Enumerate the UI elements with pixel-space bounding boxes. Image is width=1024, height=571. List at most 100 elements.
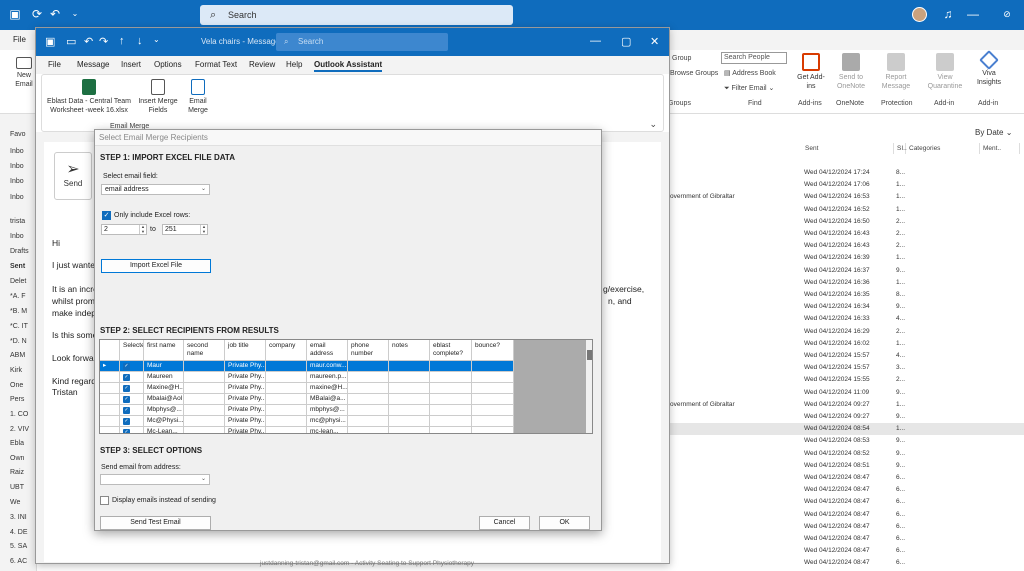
folder-item[interactable]: Ebla bbox=[10, 440, 24, 447]
grid-cell[interactable]: Private Phy... bbox=[225, 361, 266, 372]
col-categories[interactable]: Categories bbox=[906, 143, 980, 154]
grid-cell[interactable] bbox=[430, 372, 472, 383]
col-header[interactable]: second name bbox=[184, 340, 225, 361]
grid-cell[interactable] bbox=[100, 394, 120, 405]
table-row[interactable]: Wed 04/12/2024 16:52 1... bbox=[670, 204, 1024, 216]
grid-cell[interactable] bbox=[184, 416, 225, 427]
grid-cell[interactable] bbox=[266, 383, 307, 394]
table-row[interactable]: overnment of Gibraltar Wed 04/12/2024 09:… bbox=[670, 399, 1024, 411]
table-row[interactable]: Mbphys@... Private Phy... mbphys@... ✓ bbox=[100, 405, 514, 416]
grid-cell[interactable]: Private Phy... bbox=[225, 416, 266, 427]
table-row[interactable]: Wed 04/12/2024 16:35 8... bbox=[670, 289, 1024, 301]
col-header[interactable]: notes bbox=[389, 340, 430, 361]
grid-cell[interactable] bbox=[184, 394, 225, 405]
grid-cell[interactable] bbox=[430, 416, 472, 427]
grid-cell[interactable] bbox=[472, 416, 514, 427]
folder-item[interactable]: Inbo bbox=[10, 233, 24, 240]
folder-item[interactable]: ABM bbox=[10, 352, 25, 359]
grid-cell[interactable] bbox=[389, 405, 430, 416]
grid-cell[interactable] bbox=[348, 361, 389, 372]
grid-cell[interactable] bbox=[389, 383, 430, 394]
select-checkbox[interactable]: ✓ bbox=[123, 374, 130, 381]
table-row[interactable]: Wed 04/12/2024 08:51 9... bbox=[670, 460, 1024, 472]
grid-cell[interactable] bbox=[266, 372, 307, 383]
grid-cell[interactable]: Private Phy... bbox=[225, 383, 266, 394]
table-row[interactable]: Wed 04/12/2024 08:47 6... bbox=[670, 533, 1024, 545]
tab-file[interactable]: File bbox=[48, 60, 61, 69]
col-header[interactable]: eblast complete? bbox=[430, 340, 472, 361]
grid-cell[interactable]: Mc-Lean... bbox=[144, 427, 184, 433]
grid-cell[interactable] bbox=[266, 427, 307, 433]
select-checkbox[interactable]: ✓ bbox=[123, 363, 130, 370]
grid-cell[interactable] bbox=[472, 383, 514, 394]
tab-outlook-assistant[interactable]: Outlook Assistant bbox=[314, 60, 383, 72]
collapse-ribbon-icon[interactable]: ⌄ bbox=[649, 119, 657, 130]
grid-cell[interactable]: Private Phy... bbox=[225, 372, 266, 383]
grid-cell[interactable]: Private Phy... bbox=[225, 427, 266, 433]
grid-cell[interactable] bbox=[389, 361, 430, 372]
row-from-stepper[interactable]: 2 ▲ ▼ bbox=[101, 224, 147, 235]
col-header[interactable]: bounce? bbox=[472, 340, 514, 361]
select-checkbox[interactable]: ✓ bbox=[123, 385, 130, 392]
col-header[interactable]: job title bbox=[225, 340, 266, 361]
grid-cell[interactable] bbox=[430, 394, 472, 405]
grid-cell[interactable] bbox=[266, 416, 307, 427]
folder-item[interactable]: Sent bbox=[10, 263, 25, 270]
viva-insights-button[interactable]: Viva Insights bbox=[972, 50, 1006, 87]
table-row[interactable]: Wed 04/12/2024 08:47 6... bbox=[670, 472, 1024, 484]
table-row[interactable]: Wed 04/12/2024 15:57 3... bbox=[670, 362, 1024, 374]
folder-item[interactable]: trista bbox=[10, 218, 25, 225]
close-icon[interactable]: ✕ bbox=[650, 35, 659, 48]
grid-cell[interactable] bbox=[472, 405, 514, 416]
grid-cell[interactable] bbox=[472, 372, 514, 383]
folder-item[interactable]: Inbo bbox=[10, 194, 24, 201]
filter-email-button[interactable]: ⏷ Filter Email ⌄ bbox=[724, 84, 774, 93]
grid-cell[interactable] bbox=[472, 361, 514, 372]
send-to-onenote-button[interactable]: Send to OneNote bbox=[834, 53, 868, 91]
grid-cell[interactable]: Mbphys@... bbox=[144, 405, 184, 416]
select-checkbox[interactable]: ✓ bbox=[123, 407, 130, 414]
folder-item[interactable]: *A. F bbox=[10, 293, 26, 300]
grid-cell[interactable] bbox=[266, 394, 307, 405]
grid-cell[interactable] bbox=[348, 372, 389, 383]
grid-cell[interactable] bbox=[430, 383, 472, 394]
folder-item[interactable]: 1. CO bbox=[10, 411, 28, 418]
row-to-stepper[interactable]: 251 ▲ ▼ bbox=[162, 224, 208, 235]
grid-cell[interactable]: MBalai@a... bbox=[307, 394, 348, 405]
tab-format-text[interactable]: Format Text bbox=[195, 60, 237, 69]
folder-item[interactable]: Delet bbox=[10, 278, 26, 285]
email-field-select[interactable]: email address ⌄ bbox=[101, 184, 210, 195]
grid-cell[interactable] bbox=[430, 427, 472, 433]
table-row[interactable]: Wed 04/12/2024 16:02 1... bbox=[670, 338, 1024, 350]
send-test-email-button[interactable]: Send Test Email bbox=[100, 516, 211, 530]
table-row[interactable]: Wed 04/12/2024 08:47 6... bbox=[670, 557, 1024, 569]
display-emails-checkbox[interactable] bbox=[100, 496, 109, 505]
grid-cell[interactable] bbox=[348, 405, 389, 416]
search-input[interactable]: ⌕ Search bbox=[200, 5, 513, 25]
address-book-button[interactable]: ▤ Address Book bbox=[724, 69, 776, 77]
search-people-input[interactable]: Search People bbox=[721, 52, 787, 64]
col-size[interactable]: SI.. bbox=[894, 143, 907, 154]
table-row[interactable]: ▸ Maur Private Phy... maur.conw... ✓ bbox=[100, 361, 514, 372]
grid-cell[interactable] bbox=[389, 416, 430, 427]
only-include-checkbox[interactable]: ✓ bbox=[102, 211, 111, 220]
table-row[interactable]: Wed 04/12/2024 16:50 2... bbox=[670, 216, 1024, 228]
grid-cell[interactable] bbox=[348, 427, 389, 433]
folder-item[interactable]: Raiz bbox=[10, 469, 24, 476]
folder-item[interactable]: One bbox=[10, 382, 23, 389]
grid-cell[interactable] bbox=[430, 405, 472, 416]
grid-cell[interactable] bbox=[100, 383, 120, 394]
table-row[interactable]: Wed 04/12/2024 11:09 9... bbox=[670, 387, 1024, 399]
folder-item[interactable]: 4. DE bbox=[10, 529, 28, 536]
table-row[interactable]: Wed 04/12/2024 16:34 9... bbox=[670, 301, 1024, 313]
col-mentions[interactable]: Ment.. bbox=[980, 143, 1020, 154]
grid-cell[interactable] bbox=[389, 394, 430, 405]
grid-cell[interactable]: maur.conw... bbox=[307, 361, 348, 372]
grid-cell[interactable]: mc@physi... bbox=[307, 416, 348, 427]
report-message-button[interactable]: Report Message bbox=[876, 53, 916, 91]
folder-item[interactable]: 3. INI bbox=[10, 514, 27, 521]
save-icon[interactable]: ▭ bbox=[66, 35, 76, 48]
get-addins-button[interactable]: Get Add-ins bbox=[796, 53, 826, 91]
table-row[interactable]: Wed 04/12/2024 08:54 1... bbox=[670, 423, 1024, 436]
tab-message[interactable]: Message bbox=[77, 60, 109, 69]
